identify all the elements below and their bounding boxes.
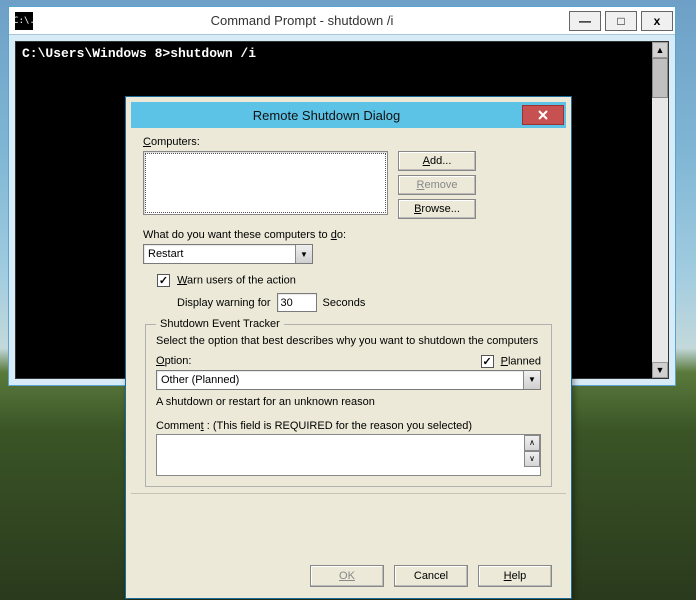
display-warning-label: Display warning for	[177, 297, 271, 309]
scroll-thumb[interactable]	[652, 58, 668, 98]
warn-label: Warn users of the action	[177, 274, 296, 286]
tracker-legend: Shutdown Event Tracker	[156, 318, 284, 330]
warn-checkbox[interactable]: ✓	[157, 274, 170, 287]
ok-button[interactable]: OK	[310, 565, 384, 587]
planned-label: Planned	[501, 355, 541, 367]
dialog-title: Remote Shutdown Dialog	[131, 108, 522, 123]
command-prompt-icon: C:\.	[15, 12, 33, 30]
scroll-up-icon[interactable]: ▲	[652, 42, 668, 58]
option-label: Option:	[156, 355, 191, 367]
action-select-value: Restart	[148, 248, 295, 260]
maximize-button[interactable]: □	[605, 11, 637, 31]
comment-label: Comment : (This field is REQUIRED for th…	[156, 420, 541, 432]
reason-description: A shutdown or restart for an unknown rea…	[156, 396, 541, 408]
comment-scroll-down-icon[interactable]: ∨	[524, 451, 540, 467]
action-label: What do you want these computers to do:	[143, 229, 554, 241]
comment-scroll-up-icon[interactable]: ∧	[524, 435, 540, 451]
option-select-value: Other (Planned)	[161, 374, 523, 386]
option-select[interactable]: Other (Planned) ▼	[156, 370, 541, 390]
terminal-output: C:\Users\Windows 8>shutdown /i	[16, 42, 668, 65]
computers-label: Computers:	[143, 136, 554, 148]
remote-shutdown-dialog: Remote Shutdown Dialog Computers: Add...…	[125, 96, 572, 599]
shutdown-event-tracker-group: Shutdown Event Tracker Select the option…	[145, 318, 552, 487]
scroll-down-icon[interactable]: ▼	[652, 362, 668, 378]
command-prompt-titlebar[interactable]: C:\. Command Prompt - shutdown /i — □ x	[9, 7, 675, 35]
terminal-scrollbar[interactable]: ▲ ▼	[652, 42, 668, 378]
remove-button[interactable]: Remove	[398, 175, 476, 195]
add-button[interactable]: Add...	[398, 151, 476, 171]
action-select[interactable]: Restart ▼	[143, 244, 313, 264]
close-icon	[537, 109, 549, 121]
minimize-button[interactable]: —	[569, 11, 601, 31]
command-prompt-title: Command Prompt - shutdown /i	[39, 13, 565, 28]
browse-button[interactable]: Browse...	[398, 199, 476, 219]
close-button[interactable]: x	[641, 11, 673, 31]
chevron-down-icon[interactable]: ▼	[523, 371, 540, 389]
computers-listbox[interactable]	[143, 151, 388, 215]
seconds-label: Seconds	[323, 297, 366, 309]
chevron-down-icon[interactable]: ▼	[295, 245, 312, 263]
tracker-description: Select the option that best describes wh…	[156, 334, 541, 349]
comment-textarea[interactable]: ∧ ∨	[156, 434, 541, 476]
help-button[interactable]: Help	[478, 565, 552, 587]
dialog-close-button[interactable]	[522, 105, 564, 125]
cancel-button[interactable]: Cancel	[394, 565, 468, 587]
seconds-input[interactable]: 30	[277, 293, 317, 312]
separator	[131, 493, 566, 494]
planned-checkbox[interactable]: ✓	[481, 355, 494, 368]
dialog-titlebar[interactable]: Remote Shutdown Dialog	[131, 102, 566, 128]
